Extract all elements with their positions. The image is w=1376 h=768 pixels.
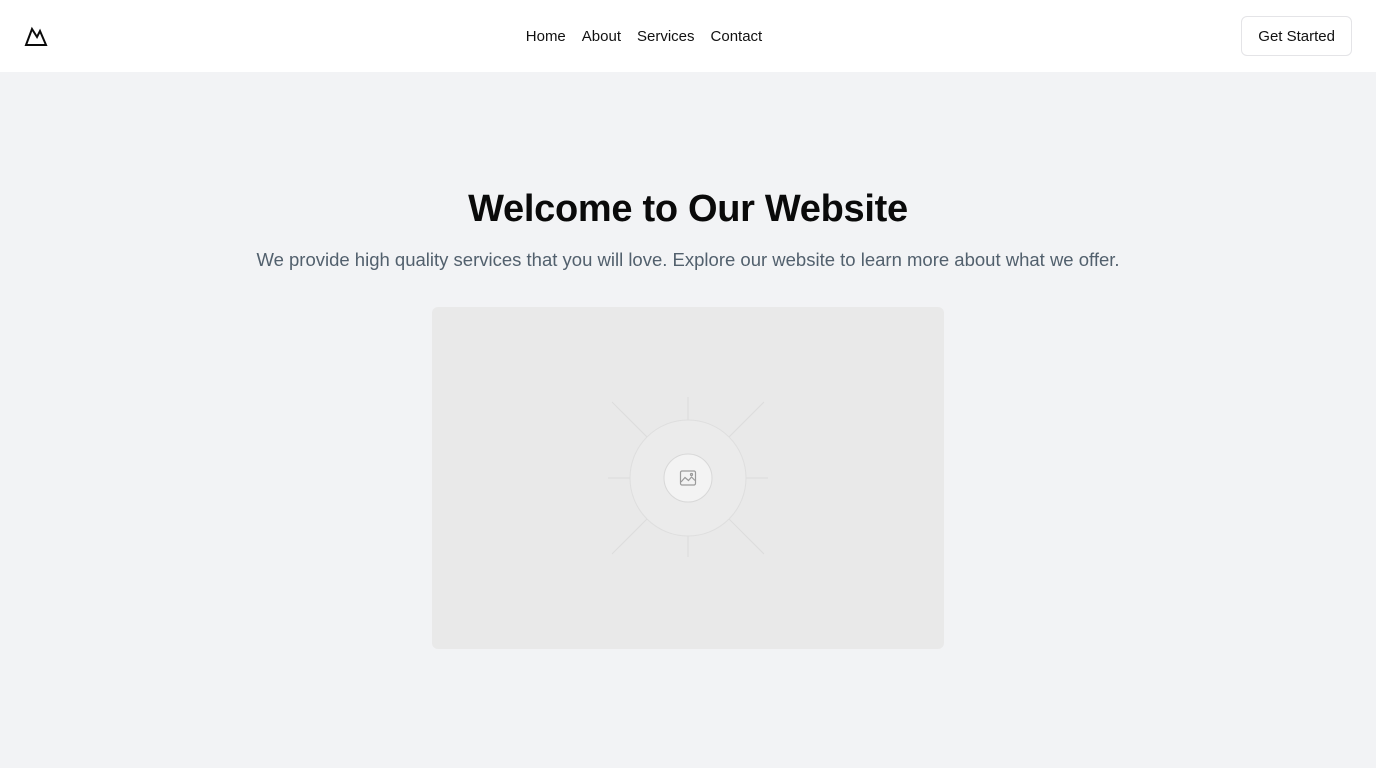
nav-link-about[interactable]: About xyxy=(582,28,621,45)
mountain-logo-icon xyxy=(24,26,48,46)
nav-link-home[interactable]: Home xyxy=(526,28,566,45)
main-nav: Home About Services Contact xyxy=(0,0,1376,72)
hero-subtitle: We provide high quality services that yo… xyxy=(256,249,1120,270)
site-header: Home About Services Contact Get Started xyxy=(0,0,1376,72)
placeholder-graphic xyxy=(608,397,768,557)
nav-link-contact[interactable]: Contact xyxy=(711,28,763,45)
hero-title: Welcome to Our Website xyxy=(468,188,908,230)
hero-image-placeholder xyxy=(432,307,944,649)
hero-section: Welcome to Our Website We provide high q… xyxy=(0,72,1376,768)
get-started-button[interactable]: Get Started xyxy=(1241,16,1352,56)
logo[interactable] xyxy=(24,25,48,47)
nav-link-services[interactable]: Services xyxy=(637,28,695,45)
